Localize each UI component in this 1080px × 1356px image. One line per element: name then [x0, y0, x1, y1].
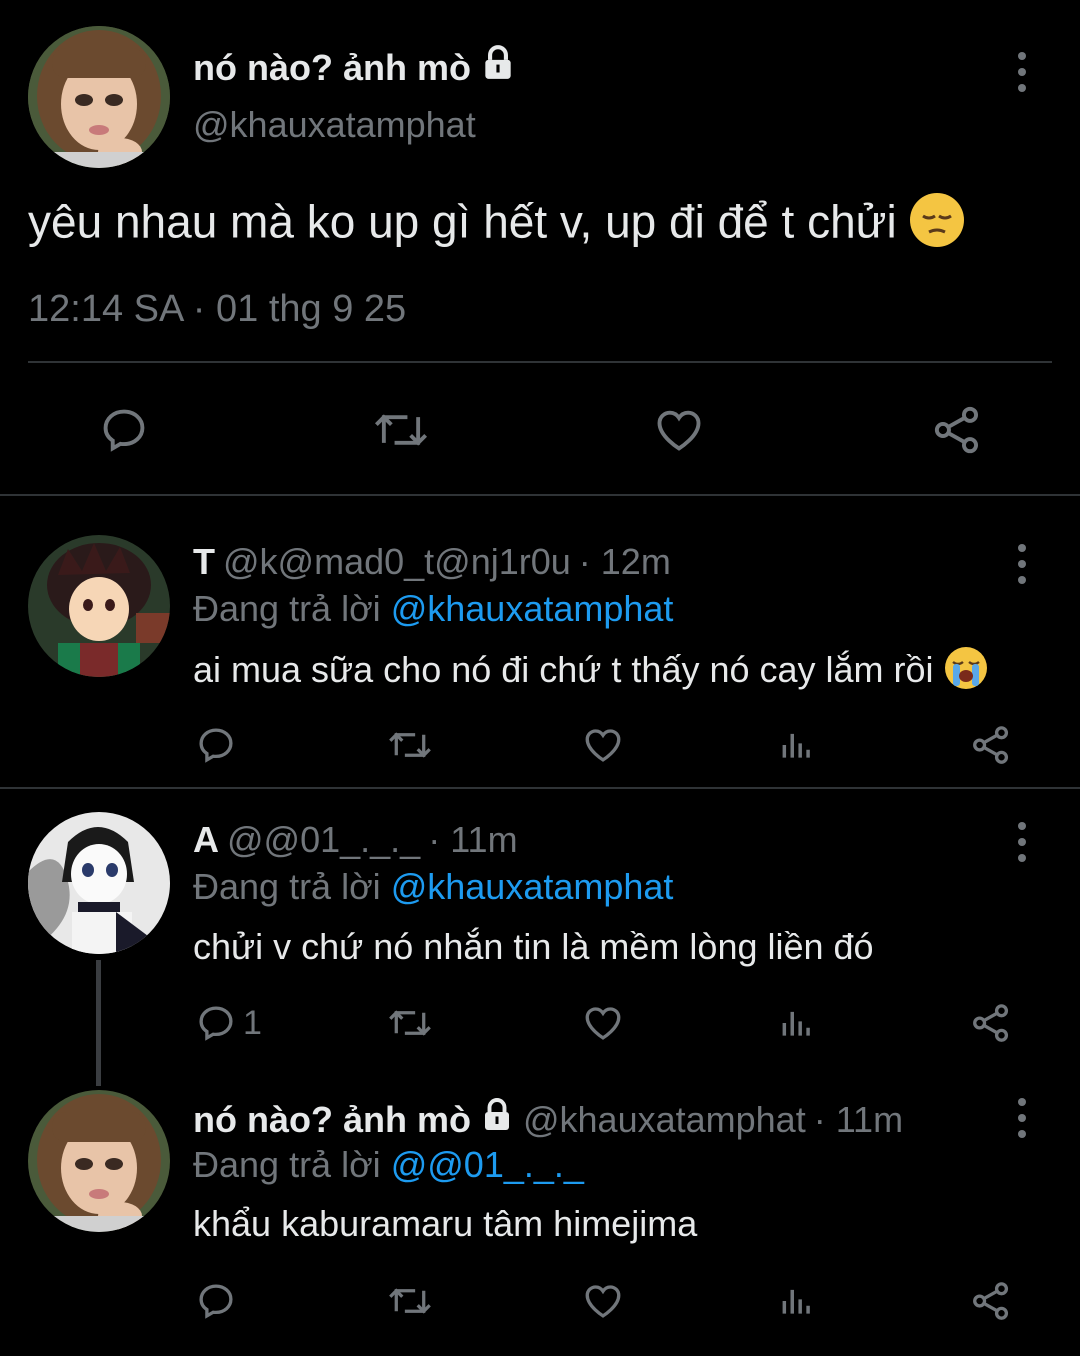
reply-handle[interactable]: @@01_._._ — [227, 819, 420, 861]
reply-text: khẩu kaburamaru tâm himejima — [193, 1203, 698, 1244]
reply-icon — [199, 1006, 233, 1041]
reply-time[interactable]: · 11m — [814, 1099, 903, 1141]
reply-display-name[interactable]: nó nào? ảnh mò — [193, 1099, 471, 1141]
reply-handle[interactable]: @khauxatamphat — [523, 1099, 806, 1141]
reply-body: ai mua sữa cho nó đi chứ t thấy nó cay l… — [193, 649, 934, 691]
share-icon — [973, 726, 1009, 764]
main-tweet-body: yêu nhau mà ko up gì hết v, up đi để t c… — [28, 195, 897, 248]
like-button[interactable] — [581, 1002, 625, 1044]
main-author-handle[interactable]: @khauxatamphat — [193, 104, 476, 146]
main-tweet-text: yêu nhau mà ko up gì hết v, up đi để t c… — [28, 192, 965, 259]
reply-header: A @@01_._._ · 11m — [193, 819, 518, 861]
reply-display-name[interactable]: A — [193, 819, 219, 861]
share-icon — [973, 1282, 1009, 1320]
share-button[interactable] — [970, 1280, 1012, 1322]
reply-time[interactable]: · 12m — [579, 541, 671, 583]
retweet-icon — [374, 414, 428, 446]
retweet-button[interactable] — [386, 724, 434, 766]
views-icon — [782, 1289, 810, 1314]
retweet-icon — [389, 732, 431, 758]
tweet-timestamp[interactable]: 12:14 SA · 01 thg 9 25 — [28, 288, 406, 331]
divider — [28, 361, 1052, 363]
replying-to-link[interactable]: @khauxatamphat — [391, 588, 674, 629]
reply-icon — [199, 728, 233, 763]
share-button[interactable] — [930, 404, 984, 456]
replying-to-line: Đang trả lời @khauxatamphat — [193, 866, 673, 908]
views-icon — [782, 1011, 810, 1036]
share-icon — [934, 406, 979, 454]
more-options-icon[interactable] — [1012, 1098, 1032, 1138]
main-author-avatar[interactable] — [28, 26, 170, 168]
replying-to-link[interactable]: @khauxatamphat — [391, 866, 674, 907]
replying-to-link[interactable]: @@01_._._ — [391, 1144, 584, 1185]
author-display-name: nó nào? ảnh mò — [193, 46, 471, 88]
views-button[interactable] — [778, 1002, 816, 1044]
loudly-crying-face-icon — [944, 646, 988, 699]
share-icon — [973, 1004, 1009, 1042]
like-button[interactable] — [652, 404, 706, 456]
heart-icon — [585, 729, 621, 762]
reply-handle[interactable]: @k@mad0_t@nj1r0u — [223, 541, 571, 583]
retweet-button[interactable] — [386, 1002, 434, 1044]
more-options-icon[interactable] — [1012, 544, 1032, 584]
retweet-icon — [389, 1010, 431, 1036]
replying-to-label: Đang trả lời — [193, 588, 381, 629]
reply-button[interactable] — [98, 404, 150, 456]
heart-icon — [585, 1285, 621, 1318]
like-button[interactable] — [581, 724, 625, 766]
reply-icon — [103, 409, 145, 452]
retweet-button[interactable] — [371, 404, 431, 456]
reply-count: 1 — [243, 1003, 262, 1042]
reply-author-avatar[interactable] — [28, 812, 170, 954]
views-icon — [782, 733, 810, 758]
retweet-icon — [389, 1288, 431, 1314]
reply-text: chửi v chứ nó nhắn tin là mềm lòng liền … — [193, 926, 874, 967]
views-button[interactable] — [778, 1280, 816, 1322]
reply-author-avatar[interactable] — [28, 535, 170, 677]
main-author-name[interactable]: nó nào? ảnh mò — [193, 44, 517, 91]
lock-icon — [479, 44, 517, 91]
reply-button[interactable] — [195, 724, 237, 766]
reply-icon — [199, 1284, 233, 1319]
views-button[interactable] — [778, 724, 816, 766]
reply-author-avatar[interactable] — [28, 1090, 170, 1232]
share-button[interactable] — [970, 724, 1012, 766]
share-button[interactable] — [970, 1002, 1012, 1044]
reply-button[interactable]: 1 — [195, 1002, 262, 1044]
reply-display-name[interactable]: T — [193, 541, 215, 583]
like-button[interactable] — [581, 1280, 625, 1322]
replying-to-label: Đang trả lời — [193, 866, 381, 907]
heart-icon — [585, 1007, 621, 1040]
replying-to-line: Đang trả lời @@01_._._ — [193, 1144, 584, 1186]
reply-text: ai mua sữa cho nó đi chứ t thấy nó cay l… — [193, 646, 988, 699]
pensive-face-icon — [909, 192, 965, 259]
replying-to-line: Đang trả lời @khauxatamphat — [193, 588, 673, 630]
reply-header: T @k@mad0_t@nj1r0u · 12m — [193, 541, 671, 583]
heart-icon — [657, 410, 701, 451]
reply-time[interactable]: · 11m — [428, 819, 517, 861]
more-options-icon[interactable] — [1012, 822, 1032, 862]
divider — [0, 494, 1080, 496]
divider — [0, 787, 1080, 789]
retweet-button[interactable] — [386, 1280, 434, 1322]
reply-header: nó nào? ảnh mò @khauxatamphat · 11m — [193, 1097, 903, 1142]
more-options-icon[interactable] — [1012, 52, 1032, 92]
lock-icon — [479, 1097, 515, 1142]
reply-button[interactable] — [195, 1280, 237, 1322]
thread-connector — [96, 960, 101, 1086]
replying-to-label: Đang trả lời — [193, 1144, 381, 1185]
